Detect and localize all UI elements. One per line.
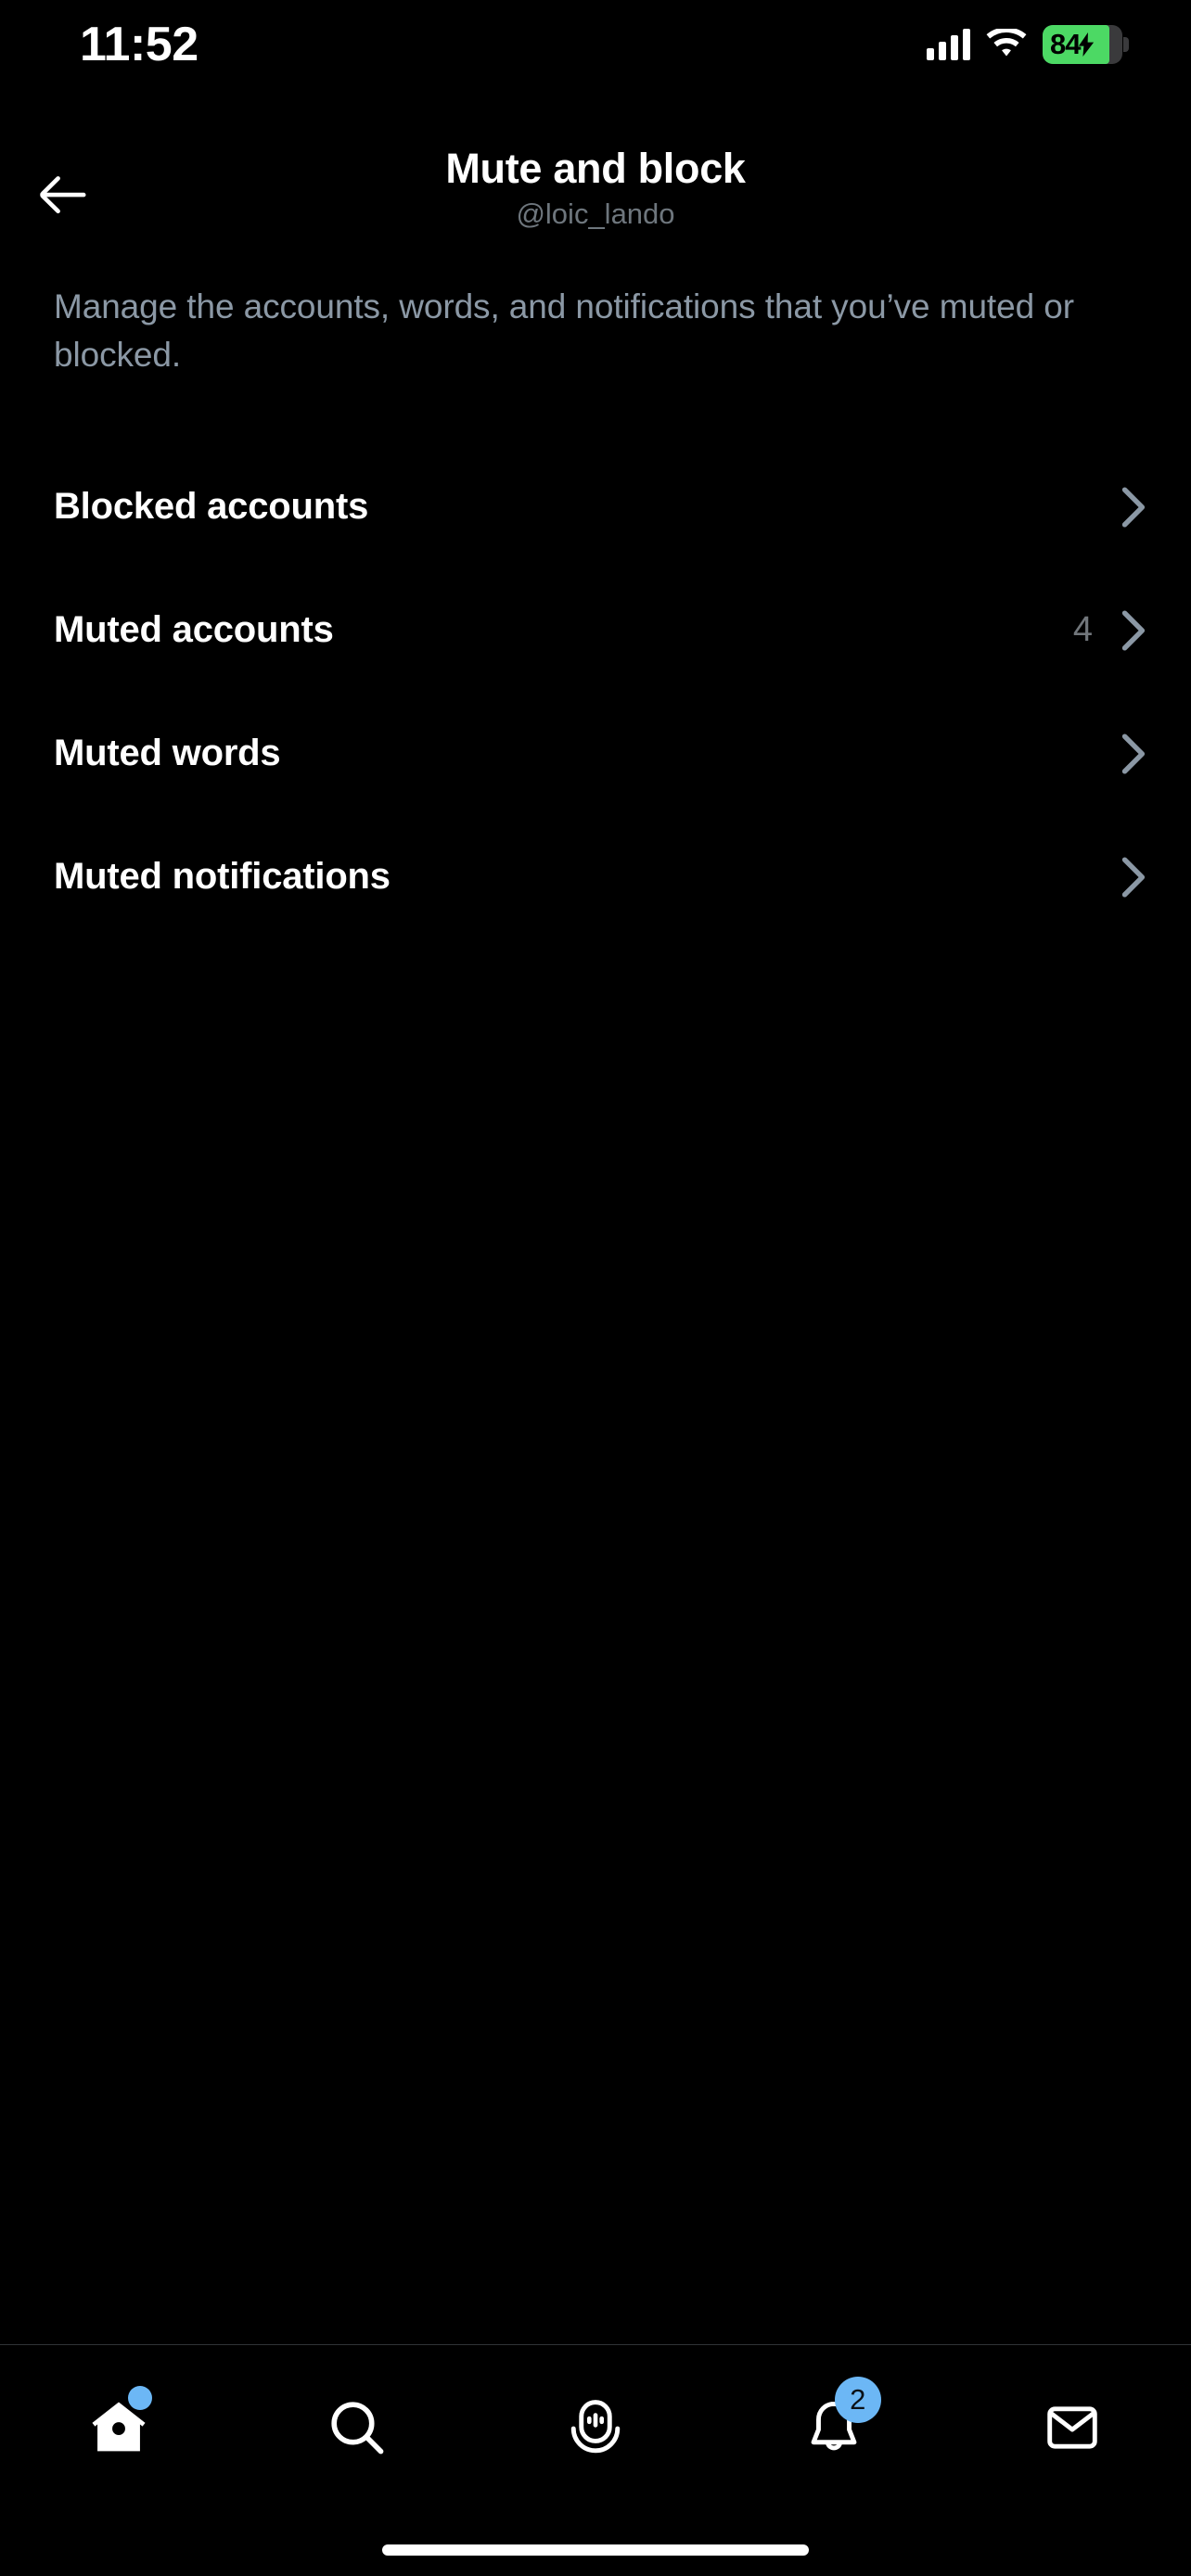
search-icon xyxy=(331,2402,384,2455)
page-description: Manage the accounts, words, and notifica… xyxy=(54,287,1074,374)
list-item-muted-words[interactable]: Muted words xyxy=(0,692,1191,815)
tab-search[interactable] xyxy=(238,2345,477,2510)
list-item-blocked-accounts[interactable]: Blocked accounts xyxy=(0,445,1191,568)
home-indicator xyxy=(382,2544,809,2556)
envelope-icon xyxy=(1046,2406,1097,2449)
chevron-right-icon xyxy=(1121,609,1146,651)
nav-title-group: Mute and block @loic_lando xyxy=(0,144,1191,233)
status-bar-time: 11:52 xyxy=(80,18,198,71)
list-item-muted-accounts[interactable]: Muted accounts 4 xyxy=(0,568,1191,692)
cellular-signal-icon xyxy=(927,29,970,60)
list-item-label: Blocked accounts xyxy=(54,486,369,527)
status-bar: 11:52 84 xyxy=(0,0,1191,88)
settings-list: Blocked accounts Muted accounts 4 Muted … xyxy=(0,445,1191,938)
account-handle: @loic_lando xyxy=(516,198,675,230)
tab-messages[interactable] xyxy=(953,2345,1191,2510)
navigation-header: Mute and block @loic_lando xyxy=(0,88,1191,255)
chevron-right-icon xyxy=(1121,733,1146,774)
chevron-right-icon xyxy=(1121,856,1146,898)
app-screen: 11:52 84 Mute and block @loic_lando Mana… xyxy=(0,0,1191,2576)
tab-home[interactable] xyxy=(0,2345,238,2510)
list-item-label: Muted words xyxy=(54,733,281,773)
status-bar-indicators: 84 xyxy=(927,22,1129,67)
tab-spaces[interactable] xyxy=(477,2345,715,2510)
spaces-microphone-icon xyxy=(570,2400,621,2454)
list-item-count: 4 xyxy=(1072,610,1093,649)
list-item-label: Muted notifications xyxy=(54,856,391,897)
battery-indicator: 84 xyxy=(1043,25,1129,64)
page-title: Mute and block xyxy=(445,145,746,192)
bottom-tab-bar: 2 xyxy=(0,2344,1191,2576)
wifi-icon xyxy=(986,29,1027,57)
charging-bolt-icon xyxy=(1079,32,1095,57)
tab-notifications[interactable]: 2 xyxy=(714,2345,953,2510)
list-item-label: Muted accounts xyxy=(54,609,334,650)
chevron-right-icon xyxy=(1121,486,1146,528)
battery-percent-label: 84 xyxy=(1050,28,1081,60)
notifications-badge: 2 xyxy=(834,2377,881,2423)
list-item-muted-notifications[interactable]: Muted notifications xyxy=(0,815,1191,938)
tab-list: 2 xyxy=(0,2345,1191,2510)
